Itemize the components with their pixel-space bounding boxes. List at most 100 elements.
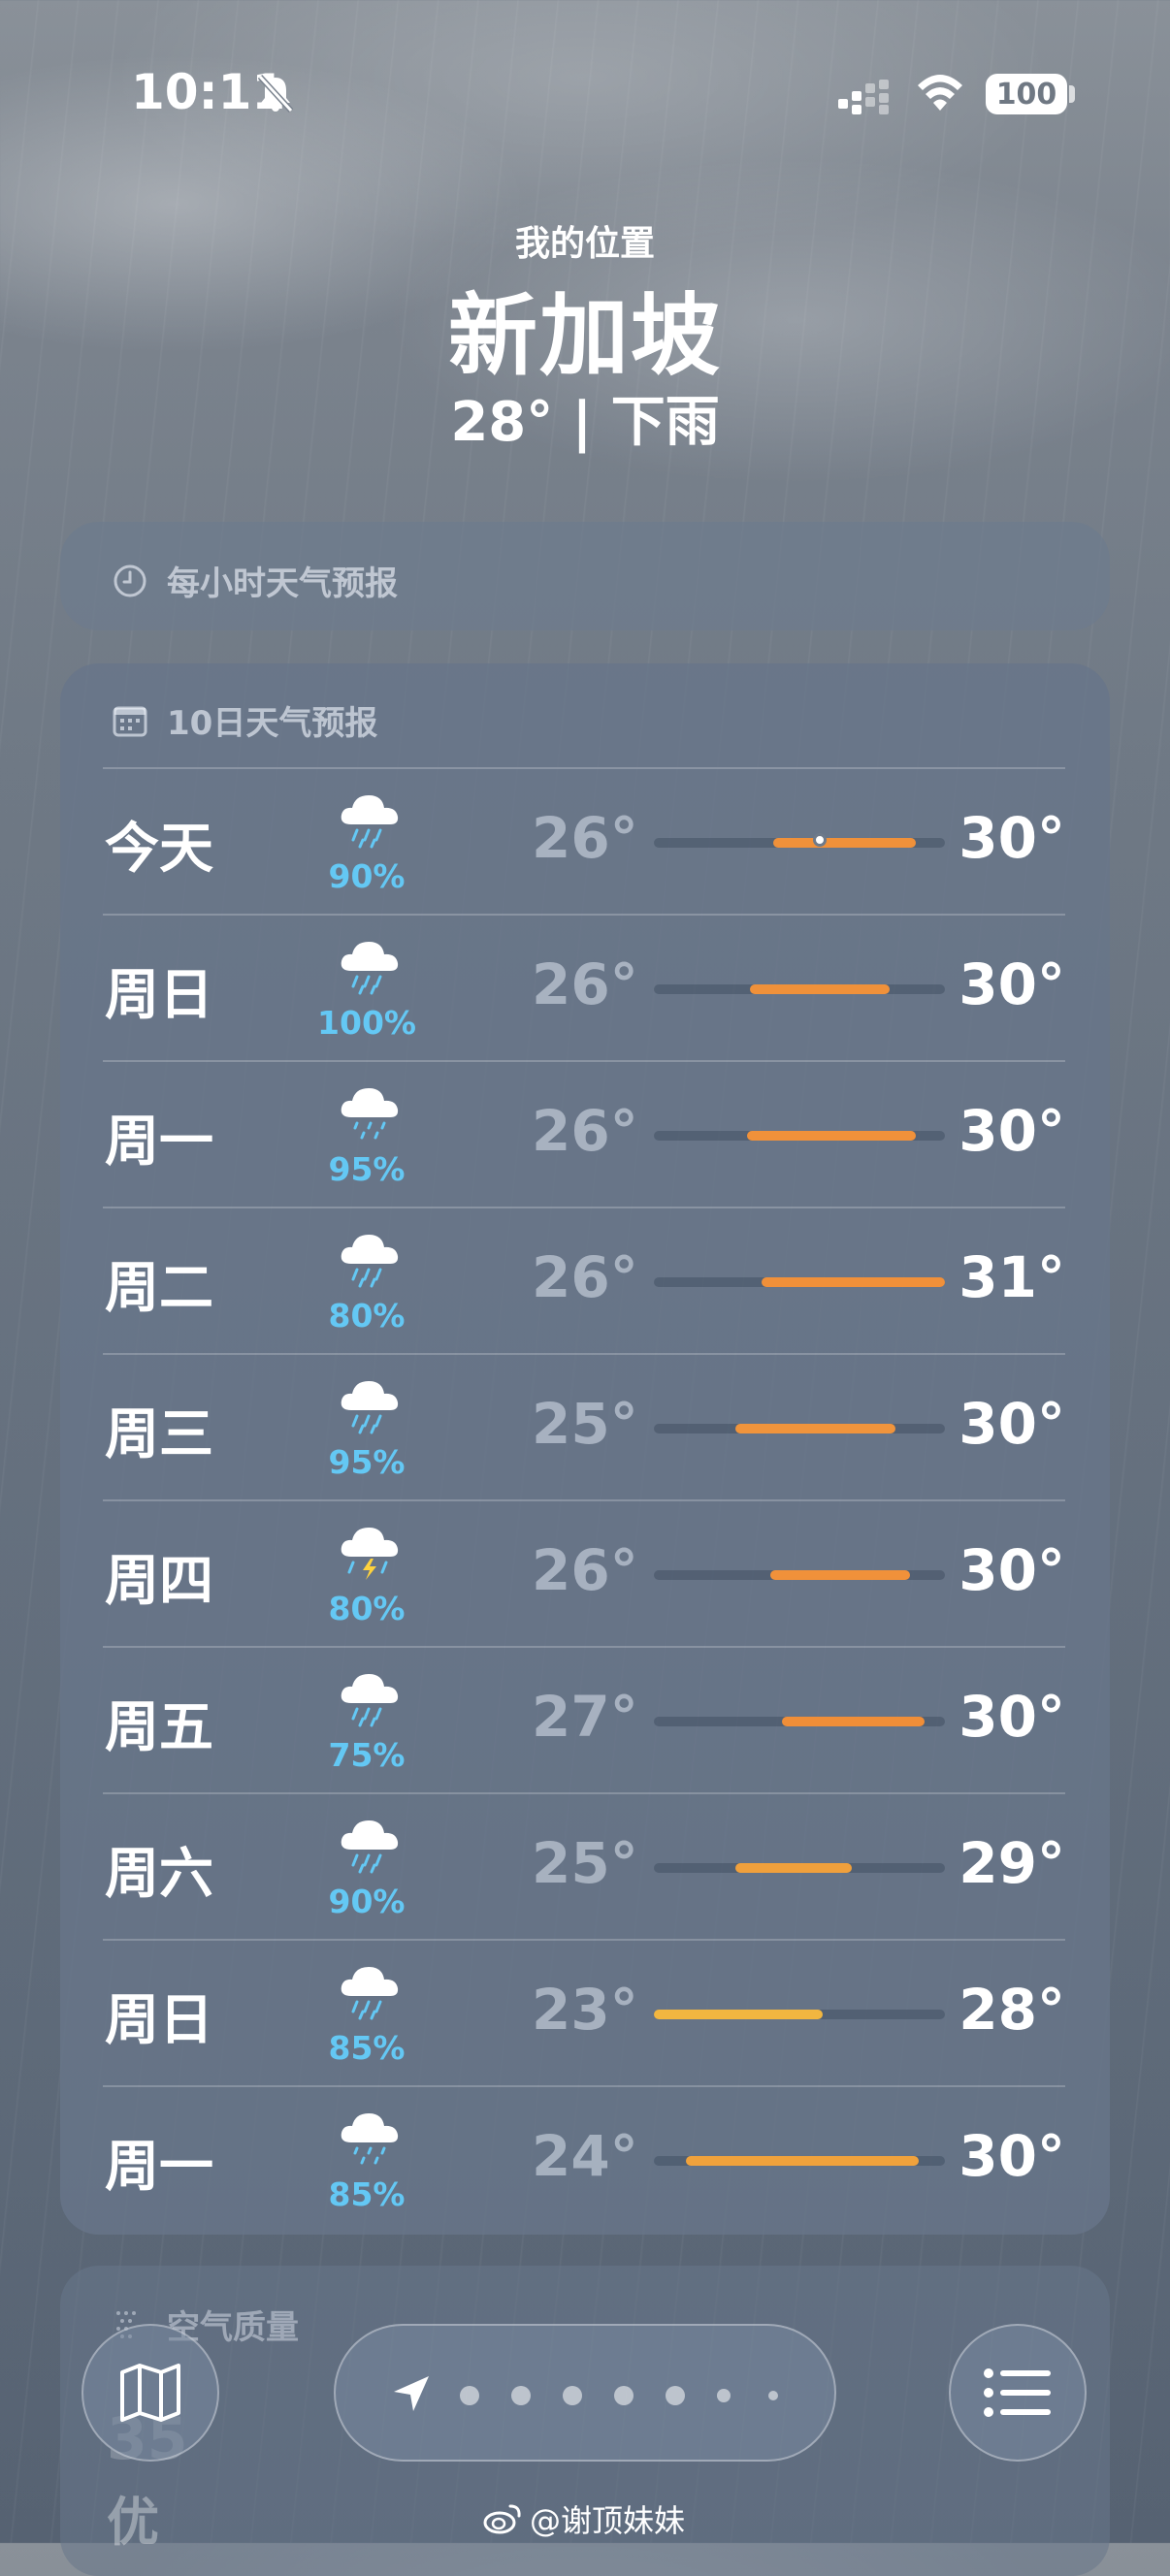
day-label: 周六: [105, 1843, 213, 1906]
day-label: 周日: [105, 1989, 213, 2052]
location-label: 我的位置: [514, 224, 655, 264]
calendar-icon: [113, 706, 147, 736]
cloud-drizzle-icon: [341, 2113, 399, 2165]
precip-chance: 90%: [328, 857, 406, 895]
high-temp: 30°: [959, 951, 1065, 1017]
day-label: 今天: [105, 818, 213, 881]
forecast-row[interactable]: 周二 80% 26° 31°: [60, 1208, 1110, 1354]
signal-icon: [838, 80, 889, 114]
page-dot[interactable]: [563, 2386, 582, 2405]
temp-range-bar: [686, 2156, 919, 2166]
precip-chance: 85%: [328, 2029, 406, 2067]
precip-chance: 100%: [317, 1004, 416, 1042]
high-temp: 30°: [959, 1537, 1065, 1603]
bell-slash-icon: [257, 74, 294, 113]
clock-icon: [114, 564, 146, 596]
forecast-row[interactable]: 周六 90% 25° 29°: [60, 1793, 1110, 1940]
temp-range-track: [654, 1863, 945, 1873]
day-label: 周一: [105, 2136, 213, 2199]
temp-range-track: [654, 1717, 945, 1726]
precip-chance: 80%: [328, 1297, 406, 1335]
low-temp: 26°: [532, 1098, 638, 1164]
temp-range-bar: [654, 2010, 823, 2019]
temp-range-bar: [782, 1717, 925, 1726]
low-temp: 26°: [532, 951, 638, 1017]
day-label: 周三: [105, 1403, 213, 1466]
cloud-drizzle-icon: [341, 1088, 399, 1140]
cloud-rain-icon: [341, 1235, 399, 1288]
forecast-row[interactable]: 今天 90% 26° 30°: [60, 768, 1110, 915]
cloud-rain-icon: [341, 1674, 399, 1727]
high-temp: 30°: [959, 805, 1065, 871]
hourly-forecast-card[interactable]: 每小时天气预报: [60, 522, 1110, 630]
temp-range-track: [654, 984, 945, 994]
precip-chance: 75%: [328, 1736, 406, 1774]
cloud-rain-icon: [341, 1967, 399, 2020]
temp-range-track: [654, 1277, 945, 1287]
temp-range-bar: [735, 1424, 895, 1433]
current-temp-marker: [813, 833, 827, 847]
forecast-row[interactable]: 周一 95% 26° 30°: [60, 1061, 1110, 1208]
page-indicator[interactable]: [334, 2324, 836, 2462]
day-label: 周五: [105, 1696, 213, 1759]
watermark: @谢顶妹妹: [483, 2496, 685, 2541]
temp-range-bar: [735, 1863, 852, 1873]
wifi-icon: [918, 75, 962, 111]
forecast-row[interactable]: 周五 75% 27° 30°: [60, 1647, 1110, 1793]
day-label: 周日: [105, 964, 213, 1027]
forecast-row[interactable]: 周四 80% 26° 30°: [60, 1500, 1110, 1647]
aqi-level: 优: [107, 2492, 159, 2553]
low-temp: 27°: [532, 1684, 638, 1750]
forecast-row[interactable]: 周三 95% 25° 30°: [60, 1354, 1110, 1500]
high-temp: 29°: [959, 1830, 1065, 1896]
forecast-row[interactable]: 周日 85% 23° 28°: [60, 1940, 1110, 2086]
battery-icon: 100: [986, 74, 1067, 114]
temp-range-track: [654, 1570, 945, 1580]
day-label: 周一: [105, 1111, 213, 1174]
precip-chance: 80%: [328, 1590, 406, 1627]
page-dot[interactable]: [460, 2386, 479, 2405]
temp-range-track: [654, 833, 945, 848]
page-dot[interactable]: [717, 2389, 731, 2402]
high-temp: 28°: [959, 1977, 1065, 2043]
precip-chance: 85%: [328, 2175, 406, 2213]
high-temp: 30°: [959, 2123, 1065, 2189]
ten-day-forecast-card[interactable]: 10日天气预报 今天 90% 26° 30° 周日 100% 26° 30° 周一 95% 26° 3…: [60, 663, 1110, 2235]
page-dot[interactable]: [768, 2391, 778, 2400]
high-temp: 30°: [959, 1391, 1065, 1457]
temp-range-bar: [770, 1570, 910, 1580]
high-temp: 31°: [959, 1244, 1065, 1310]
low-temp: 25°: [532, 1830, 638, 1896]
temp-range-track: [654, 2156, 945, 2166]
forecast-row[interactable]: 周一 85% 24° 30°: [60, 2086, 1110, 2233]
page-dot[interactable]: [666, 2386, 685, 2405]
low-temp: 26°: [532, 805, 638, 871]
temp-range-bar: [773, 838, 916, 848]
high-temp: 30°: [959, 1098, 1065, 1164]
location-arrow-icon[interactable]: [390, 2372, 433, 2415]
city-list-button[interactable]: [949, 2324, 1087, 2462]
temp-range-bar: [750, 984, 890, 994]
low-temp: 26°: [532, 1537, 638, 1603]
cloud-rain-icon: [341, 795, 399, 849]
page-dot[interactable]: [614, 2386, 634, 2405]
high-temp: 30°: [959, 1684, 1065, 1750]
watermark-text: @谢顶妹妹: [530, 2502, 686, 2539]
weibo-icon: [483, 2504, 521, 2534]
current-condition: 28° | 下雨: [450, 391, 720, 454]
list-icon: [984, 2368, 1051, 2417]
map-icon: [120, 2364, 180, 2422]
day-label: 周二: [105, 1257, 213, 1320]
map-button[interactable]: [81, 2324, 219, 2462]
cloud-rain-icon: [341, 1820, 399, 1874]
temp-range-track: [654, 1424, 945, 1433]
cloud-rain-icon: [341, 1381, 399, 1434]
battery-nub: [1069, 85, 1075, 103]
hourly-forecast-label: 每小时天气预报: [167, 564, 398, 603]
temp-range-track: [654, 2010, 945, 2019]
city-name: 新加坡: [447, 284, 722, 388]
forecast-row[interactable]: 周日 100% 26° 30°: [60, 915, 1110, 1061]
temp-range-bar: [762, 1277, 945, 1287]
ten-day-forecast-label: 10日天气预报: [167, 704, 378, 743]
page-dot[interactable]: [511, 2386, 531, 2405]
